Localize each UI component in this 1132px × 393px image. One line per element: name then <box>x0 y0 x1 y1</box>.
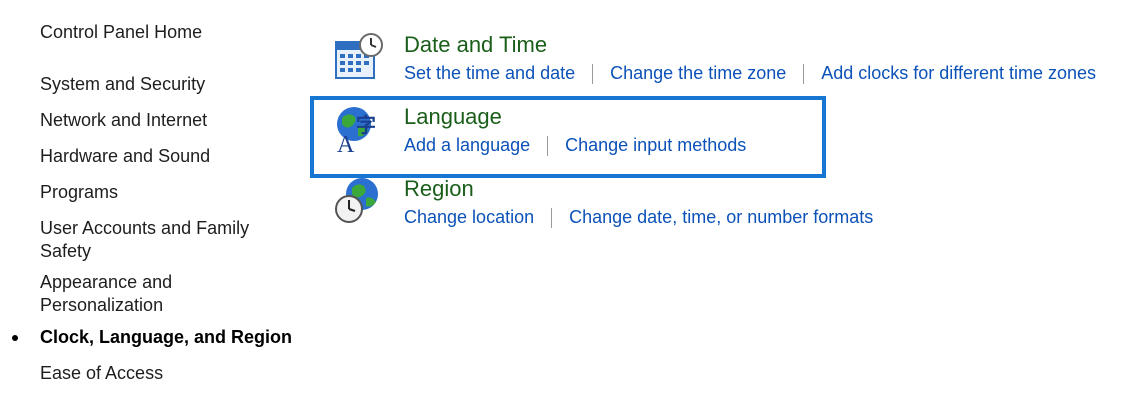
sidebar-item-hardware-sound[interactable]: Hardware and Sound <box>40 145 285 168</box>
change-formats-link[interactable]: Change date, time, or number formats <box>569 207 873 228</box>
link-separator <box>547 135 549 156</box>
region-links: Change location Change date, time, or nu… <box>404 207 873 228</box>
sidebar-item-user-accounts[interactable]: User Accounts and Family Safety <box>40 217 262 263</box>
set-time-date-link[interactable]: Set the time and date <box>404 63 575 84</box>
language-title[interactable]: Language <box>404 104 502 130</box>
sidebar-item-network-internet[interactable]: Network and Internet <box>40 109 285 132</box>
sidebar-item-ease-of-access[interactable]: Ease of Access <box>40 362 285 385</box>
svg-text:A: A <box>337 132 355 154</box>
language-links: Add a language Change input methods <box>404 135 746 156</box>
sidebar-item-appearance[interactable]: Appearance and Personalization <box>40 271 210 317</box>
sidebar-item-clock-language-region[interactable]: Clock, Language, and Region <box>12 326 300 349</box>
link-separator <box>551 207 553 228</box>
sidebar-item-programs[interactable]: Programs <box>40 181 285 204</box>
add-clocks-link[interactable]: Add clocks for different time zones <box>821 63 1096 84</box>
svg-text:字: 字 <box>356 113 376 137</box>
sidebar-item-label: Clock, Language, and Region <box>40 327 293 347</box>
change-input-methods-link[interactable]: Change input methods <box>565 135 746 156</box>
sidebar: Control Panel Home System and Security N… <box>0 0 300 393</box>
globe-language-icon[interactable]: 字 A <box>334 104 384 154</box>
calendar-clock-icon[interactable] <box>334 32 384 82</box>
sidebar-home-link[interactable]: Control Panel Home <box>40 22 202 43</box>
control-panel-page: Control Panel Home System and Security N… <box>0 0 1132 393</box>
add-language-link[interactable]: Add a language <box>404 135 530 156</box>
change-location-link[interactable]: Change location <box>404 207 534 228</box>
current-item-bullet <box>12 335 18 341</box>
link-separator <box>803 63 805 84</box>
sidebar-item-system-security[interactable]: System and Security <box>40 73 285 96</box>
region-title[interactable]: Region <box>404 176 474 202</box>
date-and-time-title[interactable]: Date and Time <box>404 32 547 58</box>
link-separator <box>592 63 594 84</box>
date-and-time-links: Set the time and date Change the time zo… <box>404 63 1096 84</box>
change-time-zone-link[interactable]: Change the time zone <box>610 63 786 84</box>
globe-clock-icon[interactable] <box>334 176 384 226</box>
